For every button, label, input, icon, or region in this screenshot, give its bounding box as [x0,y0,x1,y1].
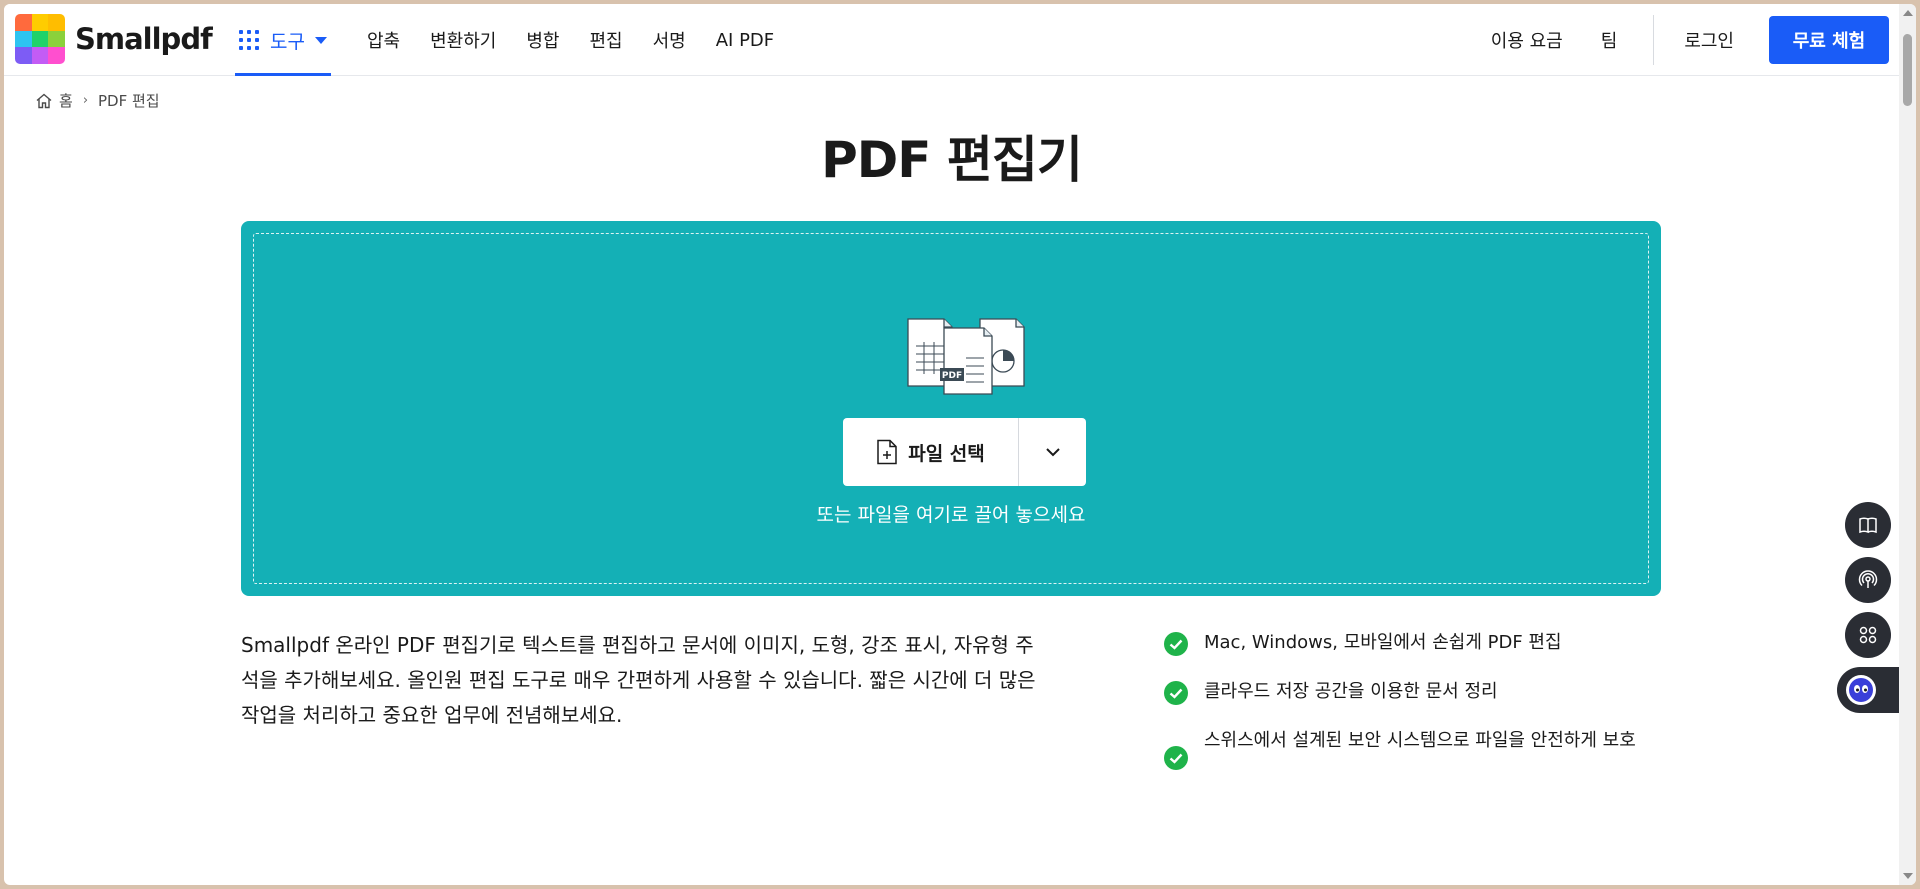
logo-mark [15,14,65,64]
breadcrumb-separator: › [82,93,89,108]
file-plus-icon [877,439,897,465]
tools-menu-button[interactable]: 도구 [235,4,331,76]
feature-item: 스위스에서 설계된 보안 시스템으로 파일을 안전하게 보호 [1162,726,1662,770]
page-scrollbar[interactable] [1899,4,1916,885]
home-icon [36,93,52,108]
team-link[interactable]: 팀 [1601,27,1618,53]
account-nav: 이용 요금 팀 로그인 무료 체험 [1491,4,1899,76]
site-header: Smallpdf 도구 압축 변환하기 병합 편집 서명 AI PDF 이용 요… [4,4,1899,76]
check-circle-icon [1164,681,1188,705]
tools-label: 도구 [270,30,305,53]
dropzone-dashed-border: PDF 파일 선택 또는 파일을 여기로 끌어 놓으세요 [253,233,1649,584]
breadcrumb-home[interactable]: 홈 [59,90,73,111]
guide-book-button[interactable] [1845,502,1891,548]
tool-description: Smallpdf 온라인 PDF 편집기로 텍스트를 편집하고 문서에 이미지,… [241,633,1036,727]
logo-text: Smallpdf [75,22,213,56]
apps-button[interactable] [1845,612,1891,658]
check-circle-icon [1164,746,1188,770]
scrollbar-thumb[interactable] [1903,34,1912,106]
drop-hint: 또는 파일을 여기로 끌어 놓으세요 [816,504,1086,526]
scroll-down-arrow-icon[interactable] [1903,873,1913,879]
apps-grid-icon [239,30,259,50]
scroll-up-arrow-icon[interactable] [1903,10,1913,16]
assistant-avatar-icon [1846,675,1876,705]
feature-text: Mac, Windows, 모바일에서 손쉽게 PDF 편집 [1204,632,1562,653]
feature-text: 클라우드 저장 공간을 이용한 문서 정리 [1204,681,1498,702]
file-select-group: 파일 선택 [843,418,1086,486]
free-trial-button[interactable]: 무료 체험 [1769,16,1889,64]
nav-item-merge[interactable]: 병합 [526,27,559,53]
logo-link[interactable]: Smallpdf [15,14,213,64]
nav-item-sign[interactable]: 서명 [653,27,686,53]
browser-page: Smallpdf 도구 압축 변환하기 병합 편집 서명 AI PDF 이용 요… [4,4,1916,885]
check-circle-icon [1164,632,1188,656]
file-dropzone[interactable]: PDF 파일 선택 또는 파일을 여기로 끌어 놓으세요 [241,221,1661,596]
broadcast-button[interactable] [1845,557,1891,603]
caret-down-icon [314,36,327,44]
apps-icon [1859,626,1877,644]
broadcast-icon [1858,570,1878,588]
nav-item-edit[interactable]: 편집 [589,27,622,53]
documents-illustration-icon: PDF [907,318,1025,395]
nav-divider [1653,15,1655,65]
ai-assistant-button[interactable] [1837,667,1899,713]
choose-file-label: 파일 선택 [908,442,985,465]
main-nav: 도구 압축 변환하기 병합 편집 서명 AI PDF [235,4,804,76]
feature-item: 클라우드 저장 공간을 이용한 문서 정리 [1162,677,1662,706]
feature-list: Mac, Windows, 모바일에서 손쉽게 PDF 편집 클라우드 저장 공… [1162,628,1662,775]
pdf-badge: PDF [942,371,962,381]
feature-text: 스위스에서 설계된 보안 시스템으로 파일을 안전하게 보호 [1204,730,1636,751]
nav-item-convert[interactable]: 변환하기 [430,27,496,53]
breadcrumb: 홈 › PDF 편집 [35,90,160,111]
page-title: PDF 편집기 [821,131,1083,189]
pricing-link[interactable]: 이용 요금 [1491,27,1563,53]
feature-item: Mac, Windows, 모바일에서 손쉽게 PDF 편집 [1162,628,1662,657]
book-icon [1859,517,1877,534]
file-source-dropdown[interactable] [1019,418,1086,486]
nav-item-compress[interactable]: 압축 [367,27,400,53]
breadcrumb-current: PDF 편집 [98,92,160,110]
choose-file-button[interactable]: 파일 선택 [843,418,1018,486]
login-link[interactable]: 로그인 [1684,27,1734,53]
chevron-down-icon [1045,448,1060,457]
nav-item-ai-pdf[interactable]: AI PDF [716,30,774,51]
